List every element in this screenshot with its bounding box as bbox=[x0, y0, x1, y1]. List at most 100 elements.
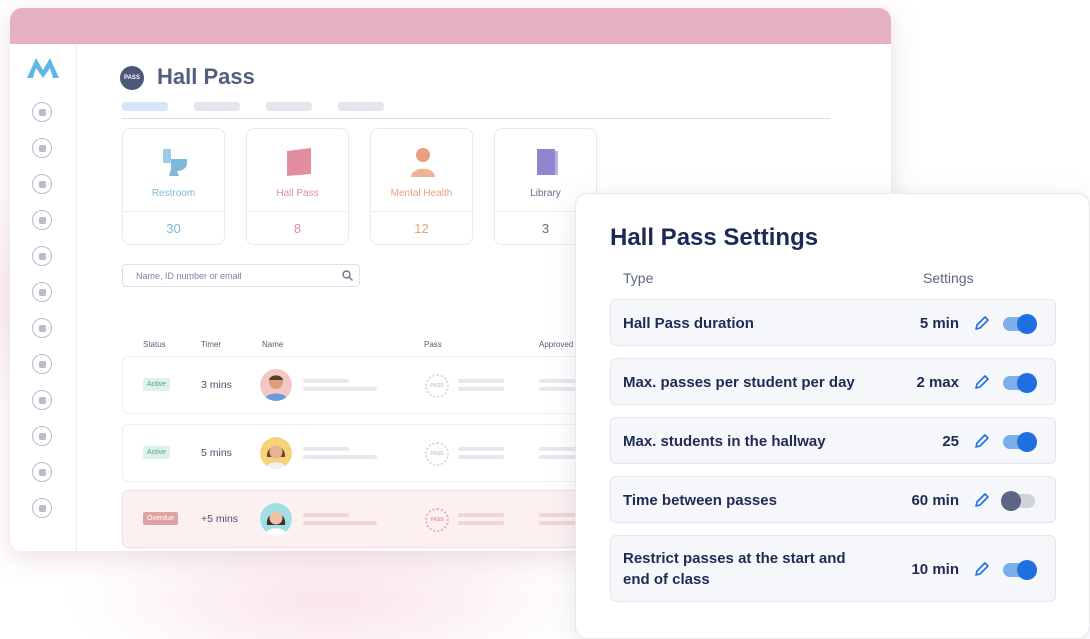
toggle-switch[interactable] bbox=[1003, 314, 1037, 334]
pass-placeholder bbox=[458, 521, 504, 525]
sidebar-item-calendar-icon[interactable] bbox=[32, 138, 52, 158]
toggle-switch[interactable] bbox=[1001, 491, 1035, 511]
setting-label: Max. students in the hallway bbox=[623, 433, 826, 450]
status-badge: Overdue bbox=[143, 512, 178, 525]
card-count: 12 bbox=[414, 221, 429, 236]
name-placeholder bbox=[303, 379, 349, 383]
sidebar-item-star-icon[interactable] bbox=[32, 462, 52, 482]
settings-title: Hall Pass Settings bbox=[610, 224, 819, 251]
column-header-timer: Timer bbox=[201, 340, 222, 349]
timer-value: +5 mins bbox=[201, 513, 239, 525]
timer-value: 3 mins bbox=[201, 379, 232, 391]
tab-4[interactable] bbox=[338, 102, 384, 111]
pencil-icon[interactable] bbox=[973, 491, 991, 509]
tab-divider bbox=[122, 118, 830, 119]
pencil-icon[interactable] bbox=[973, 432, 991, 450]
brand-logo bbox=[27, 58, 59, 78]
search-icon[interactable] bbox=[342, 270, 353, 281]
search-input[interactable]: Name, ID number or email bbox=[122, 264, 360, 287]
pass-placeholder bbox=[458, 387, 504, 391]
setting-row-restrict-class: Restrict passes at the start and end of … bbox=[610, 535, 1056, 602]
book-icon bbox=[537, 149, 558, 175]
settings-panel: Hall Pass Settings Type Settings Hall Pa… bbox=[575, 193, 1090, 639]
sidebar-item-badge-icon[interactable] bbox=[32, 426, 52, 446]
table-row[interactable]: Active 5 mins PASS bbox=[122, 424, 593, 482]
column-header-status: Status bbox=[143, 340, 166, 349]
table-row[interactable]: Overdue +5 mins PASS bbox=[122, 490, 593, 548]
pass-logo-badge: PASS bbox=[120, 66, 144, 90]
avatar bbox=[260, 437, 292, 469]
avatar bbox=[260, 503, 292, 535]
toggle-knob bbox=[1001, 491, 1021, 511]
card-restroom[interactable]: Restroom 30 bbox=[122, 128, 225, 245]
setting-label: Restrict passes at the start and end of … bbox=[623, 548, 846, 590]
column-header-settings: Settings bbox=[923, 270, 974, 286]
card-label: Mental Health bbox=[390, 188, 453, 199]
pass-placeholder bbox=[458, 455, 504, 459]
tab-1[interactable] bbox=[122, 102, 168, 111]
pencil-icon[interactable] bbox=[973, 314, 991, 332]
page-title: Hall Pass bbox=[157, 64, 255, 89]
pass-stamp-icon: PASS bbox=[425, 374, 449, 398]
column-header-type: Type bbox=[623, 270, 654, 286]
setting-label-line: end of class bbox=[623, 571, 710, 588]
setting-value: 60 min bbox=[911, 492, 959, 509]
pass-placeholder bbox=[458, 379, 504, 383]
toggle-knob bbox=[1017, 373, 1037, 393]
card-label: Hall Pass bbox=[276, 188, 319, 199]
toggle-knob bbox=[1017, 560, 1037, 580]
status-badge: Active bbox=[143, 378, 171, 391]
card-count: 30 bbox=[166, 221, 181, 236]
name-placeholder bbox=[303, 447, 349, 451]
tab-3[interactable] bbox=[266, 102, 312, 111]
toggle-switch[interactable] bbox=[1003, 432, 1037, 452]
sidebar bbox=[10, 44, 77, 551]
column-header-name: Name bbox=[262, 340, 284, 349]
column-header-pass: Pass bbox=[424, 340, 442, 349]
setting-label: Max. passes per student per day bbox=[623, 374, 855, 391]
pass-stamp-icon: PASS bbox=[425, 442, 449, 466]
setting-row-duration: Hall Pass duration 5 min bbox=[610, 299, 1056, 346]
toggle-knob bbox=[1017, 314, 1037, 334]
sidebar-item-dashboard-icon[interactable] bbox=[32, 102, 52, 122]
avatar bbox=[260, 369, 292, 401]
setting-label-line: Restrict passes at the start and bbox=[623, 550, 846, 567]
card-label: Restroom bbox=[151, 188, 196, 199]
name-placeholder bbox=[303, 513, 349, 517]
pencil-icon[interactable] bbox=[973, 373, 991, 391]
pencil-icon[interactable] bbox=[973, 560, 991, 578]
setting-value: 10 min bbox=[911, 561, 959, 578]
card-count: 8 bbox=[293, 221, 302, 236]
pass-stamp-icon: PASS bbox=[425, 508, 449, 532]
pass-placeholder bbox=[458, 513, 504, 517]
tab-2[interactable] bbox=[194, 102, 240, 111]
search-placeholder: Name, ID number or email bbox=[136, 271, 242, 281]
table-row[interactable]: Active 3 mins PASS bbox=[122, 356, 593, 414]
setting-value: 5 min bbox=[919, 315, 959, 332]
setting-row-hallway-limit: Max. students in the hallway 25 bbox=[610, 417, 1056, 464]
timer-value: 5 mins bbox=[201, 447, 232, 459]
flag-icon bbox=[287, 148, 311, 176]
sidebar-item-location-icon[interactable] bbox=[32, 390, 52, 410]
sidebar-item-help-icon[interactable] bbox=[32, 498, 52, 518]
toilet-icon bbox=[163, 149, 187, 176]
column-header-approved: Approved bbox=[539, 340, 574, 349]
window-title-bar bbox=[10, 8, 891, 44]
status-badge: Active bbox=[143, 446, 171, 459]
sidebar-item-users-icon[interactable] bbox=[32, 174, 52, 194]
toggle-switch[interactable] bbox=[1003, 373, 1037, 393]
setting-label: Time between passes bbox=[623, 492, 777, 509]
sidebar-item-profile-icon[interactable] bbox=[32, 282, 52, 302]
person-icon bbox=[411, 148, 435, 177]
sidebar-item-tools-icon[interactable] bbox=[32, 210, 52, 230]
setting-row-passes-per-day: Max. passes per student per day 2 max bbox=[610, 358, 1056, 405]
toggle-switch[interactable] bbox=[1003, 560, 1037, 580]
setting-value: 2 max bbox=[916, 374, 959, 391]
card-mental-health[interactable]: Mental Health 12 bbox=[370, 128, 473, 245]
card-hall-pass[interactable]: Hall Pass 8 bbox=[246, 128, 349, 245]
sidebar-item-hall-pass-icon[interactable] bbox=[32, 354, 52, 374]
setting-value: 25 bbox=[942, 433, 959, 450]
sidebar-item-settings-icon[interactable] bbox=[32, 246, 52, 266]
name-placeholder bbox=[303, 521, 377, 525]
sidebar-item-id-card-icon[interactable] bbox=[32, 318, 52, 338]
